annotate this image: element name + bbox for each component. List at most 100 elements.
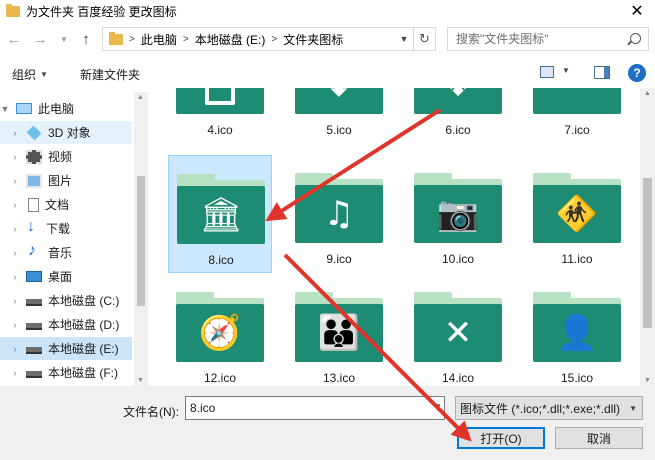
chevron-right-icon[interactable]: › [10, 368, 20, 378]
breadcrumb-folder-icons[interactable]: 文件夹图标 [283, 31, 343, 48]
folder-icon [6, 3, 20, 17]
chevron-down-icon[interactable]: ▼ [434, 402, 442, 411]
file-item[interactable]: ⬇ 5.ico [287, 88, 391, 144]
file-item[interactable]: ♫ 9.ico [287, 155, 391, 273]
folder-icon: 👤 [533, 292, 621, 362]
cancel-button[interactable]: 取消 [555, 427, 643, 449]
sidebar-item-drive-d[interactable]: › 本地磁盘 (D:) [0, 313, 132, 336]
refresh-icon[interactable]: ↻ [413, 28, 435, 50]
file-item[interactable]: 📷 10.ico [406, 155, 510, 273]
chevron-right-icon[interactable]: › [10, 152, 20, 162]
file-item[interactable]: 4.ico [168, 88, 272, 144]
sidebar-item-music[interactable]: › 音乐 [0, 241, 132, 264]
chevron-down-icon[interactable]: ▼ [562, 66, 570, 75]
open-button[interactable]: 打开(O) [457, 427, 545, 449]
file-item[interactable]: ✕ 14.ico [406, 274, 510, 386]
folder-icon [533, 88, 621, 114]
scroll-down-icon[interactable]: ▼ [137, 377, 144, 384]
file-name: 14.ico [441, 371, 475, 385]
chevron-down-icon[interactable]: ▼ [397, 28, 411, 50]
sidebar-item-desktop[interactable]: › 桌面 [0, 265, 132, 288]
breadcrumb-drive-e[interactable]: 本地磁盘 (E:) [195, 31, 266, 48]
chevron-right-icon[interactable]: › [10, 272, 20, 282]
sidebar-item-drive-f[interactable]: › 本地磁盘 (F:) [0, 361, 132, 384]
chevron-right-icon[interactable]: › [10, 224, 20, 234]
download-circle-icon: ⬇ [325, 88, 354, 102]
forward-arrow-icon[interactable]: → [30, 28, 50, 50]
search-input[interactable] [456, 32, 632, 46]
chevron-right-icon[interactable]: › [10, 320, 20, 330]
music-icon [26, 242, 42, 260]
sidebar-item-label: 视频 [48, 150, 73, 164]
breadcrumb-separator: > [182, 33, 189, 45]
file-item[interactable]: ❖ 6.ico [406, 88, 510, 144]
scroll-up-icon[interactable]: ▲ [137, 94, 144, 101]
blank-page-icon [205, 88, 235, 105]
file-name: 6.ico [445, 123, 471, 137]
search-icon[interactable] [630, 33, 641, 44]
up-arrow-icon[interactable]: ↑ [76, 28, 96, 50]
chevron-right-icon[interactable]: › [10, 176, 20, 186]
sidebar-item-label: 文档 [45, 198, 70, 212]
scroll-up-icon[interactable]: ▲ [644, 90, 651, 97]
file-item[interactable]: 👤 15.ico [525, 274, 629, 386]
folder-icon: 📷 [414, 173, 502, 243]
folder-icon: ✕ [414, 292, 502, 362]
filetype-value: 图标文件 (*.ico;*.dll;*.exe;*.dll) [460, 401, 621, 416]
file-name: 7.ico [564, 123, 590, 137]
file-name: 10.ico [441, 252, 475, 266]
sidebar-item-3d-objects[interactable]: › 3D 对象 [0, 121, 132, 144]
dialog-footer: 文件名(N): ▼ 图标文件 (*.ico;*.dll;*.exe;*.dll)… [0, 386, 655, 460]
back-arrow-icon[interactable]: ← [4, 28, 24, 50]
3d-objects-icon [26, 125, 42, 140]
sidebar-item-documents[interactable]: › 文档 [0, 193, 132, 216]
drive-icon [26, 347, 42, 354]
chevron-right-icon[interactable]: › [10, 248, 20, 258]
sidebar-item-label: 音乐 [48, 246, 73, 260]
scrollbar-thumb[interactable] [137, 176, 145, 306]
sidebar-item-label: 桌面 [48, 270, 73, 284]
view-options-icon[interactable] [540, 66, 554, 78]
scrollbar-thumb[interactable] [643, 178, 652, 328]
file-item[interactable]: 👪 13.ico [287, 274, 391, 386]
sidebar-item-downloads[interactable]: › 下载 [0, 217, 132, 240]
sidebar-item-pictures[interactable]: › 图片 [0, 169, 132, 192]
file-item-selected[interactable]: 🏛 8.ico [168, 155, 272, 273]
chevron-down-icon: ▼ [629, 404, 637, 413]
chevron-right-icon[interactable]: › [10, 128, 20, 138]
file-item[interactable]: 🚸 11.ico [525, 155, 629, 273]
breadcrumb-this-pc[interactable]: 此电脑 [141, 31, 177, 48]
filetype-select[interactable]: 图标文件 (*.ico;*.dll;*.exe;*.dll) ▼ [455, 396, 643, 420]
organize-button[interactable]: 组织 ▼ [12, 66, 48, 83]
address-bar[interactable]: > 此电脑 > 本地磁盘 (E:) > 文件夹图标 ▼ ↻ [102, 27, 436, 51]
sidebar-item-drive-c[interactable]: › 本地磁盘 (C:) [0, 289, 132, 312]
file-item[interactable]: 🧭 12.ico [168, 274, 272, 386]
user-icon: 👤 [555, 313, 599, 353]
sidebar-item-label: 3D 对象 [48, 126, 91, 140]
folder-icon: 🏛 [177, 174, 265, 244]
chevron-right-icon[interactable]: › [10, 200, 20, 210]
preview-pane-icon[interactable] [594, 66, 610, 79]
navigation-pane: ▼ 此电脑 › 3D 对象 › 视频 › 图片 › 文档 › 下载 [0, 92, 150, 386]
file-name: 12.ico [203, 371, 237, 385]
chevron-right-icon[interactable]: › [10, 296, 20, 306]
sidebar-scrollbar[interactable]: ▲ ▼ [134, 92, 148, 386]
filename-label: 文件名(N): [123, 405, 179, 419]
filename-input[interactable] [185, 396, 445, 420]
file-item[interactable]: 7.ico [525, 88, 629, 144]
sidebar-item-videos[interactable]: › 视频 [0, 145, 132, 168]
music-note-icon: ♫ [323, 194, 355, 234]
new-folder-button[interactable]: 新建文件夹 [80, 66, 140, 83]
sidebar-item-this-pc[interactable]: ▼ 此电脑 [0, 97, 132, 120]
help-icon[interactable]: ? [628, 64, 646, 82]
breadcrumb-separator: > [129, 33, 135, 45]
breadcrumb-separator: > [271, 33, 278, 45]
download-icon [26, 218, 40, 236]
chevron-down-icon[interactable]: ▼ [0, 104, 10, 114]
sidebar-item-drive-e[interactable]: › 本地磁盘 (E:) [0, 337, 132, 360]
scroll-down-icon[interactable]: ▼ [644, 377, 651, 384]
close-button[interactable]: ✕ [619, 0, 655, 22]
recent-locations-chevron-icon[interactable]: ▼ [54, 28, 74, 50]
file-list-scrollbar[interactable]: ▲ ▼ [640, 88, 655, 386]
chevron-right-icon[interactable]: › [10, 344, 20, 354]
